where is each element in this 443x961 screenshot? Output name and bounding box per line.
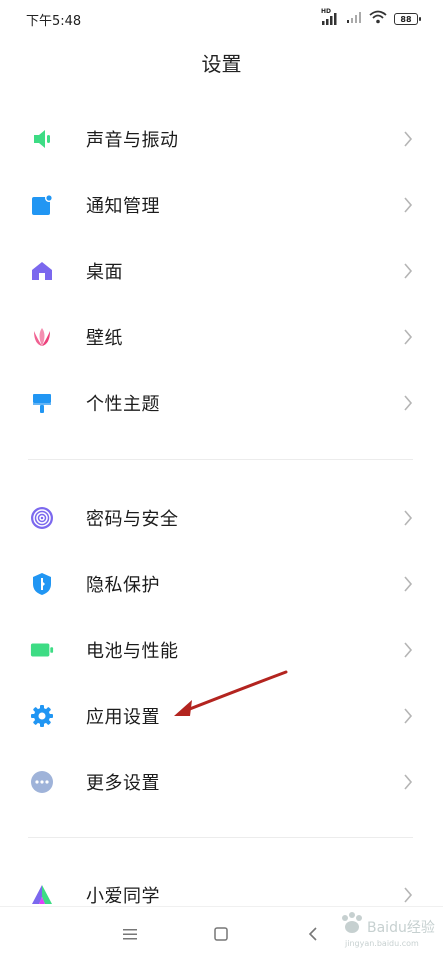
settings-item-label: 密码与安全 xyxy=(86,509,179,530)
status-time: 下午5:48 xyxy=(26,13,82,29)
chevron-right-icon xyxy=(401,129,415,149)
chevron-right-icon xyxy=(401,327,415,347)
settings-item-label: 小爱同学 xyxy=(86,886,160,907)
chevron-right-icon xyxy=(401,508,415,528)
back-chevron-icon xyxy=(308,927,317,941)
back-button[interactable] xyxy=(300,921,326,947)
settings-item-label: 桌面 xyxy=(86,262,123,283)
paw-logo-icon xyxy=(342,912,362,933)
settings-item-label: 通知管理 xyxy=(86,196,160,217)
settings-item-wallpaper[interactable]: 壁纸 xyxy=(0,304,443,370)
battery-icon xyxy=(30,638,54,662)
watermark: Baidu经验 jingyan.baidu.com xyxy=(325,905,435,955)
home-icon xyxy=(30,259,54,283)
page-title: 设置 xyxy=(201,52,242,76)
status-icons: HD 88 xyxy=(321,8,421,28)
gear-icon xyxy=(30,704,54,728)
brush-icon xyxy=(30,391,54,415)
chevron-right-icon xyxy=(401,640,415,660)
watermark-url: jingyan.baidu.com xyxy=(345,939,419,948)
section-divider xyxy=(28,459,413,460)
settings-item-label: 应用设置 xyxy=(86,707,160,728)
home-square-icon xyxy=(214,927,228,941)
xiaoai-icon xyxy=(30,883,54,907)
home-button[interactable] xyxy=(208,921,234,947)
settings-group-personalization: 声音与振动 通知管理 桌面 壁纸 个性主题 xyxy=(0,106,443,436)
chevron-right-icon xyxy=(401,261,415,281)
annotation-arrow xyxy=(174,670,288,716)
settings-item-label: 隐私保护 xyxy=(86,575,160,596)
settings-item-label: 电池与性能 xyxy=(86,641,179,662)
watermark-text: Baidu经验 xyxy=(367,920,435,936)
settings-item-themes[interactable]: 个性主题 xyxy=(0,370,443,436)
wifi-icon xyxy=(369,10,387,28)
chevron-right-icon xyxy=(401,574,415,594)
settings-item-desktop[interactable]: 桌面 xyxy=(0,238,443,304)
settings-item-label: 更多设置 xyxy=(86,773,160,794)
settings-item-label: 个性主题 xyxy=(86,394,160,415)
section-divider xyxy=(28,837,413,838)
fingerprint-icon xyxy=(30,506,54,530)
chevron-right-icon xyxy=(401,393,415,413)
chevron-right-icon xyxy=(401,195,415,215)
settings-group-system: 密码与安全 隐私保护 电池与性能 应用设置 更多设置 xyxy=(0,485,443,815)
signal-hd-icon: HD xyxy=(321,8,339,26)
speaker-icon xyxy=(30,127,54,151)
privacy-shield-icon xyxy=(30,572,54,596)
menu-icon xyxy=(123,929,137,940)
chevron-right-icon xyxy=(401,885,415,905)
settings-item-notifications[interactable]: 通知管理 xyxy=(0,172,443,238)
more-icon xyxy=(30,770,54,794)
settings-item-sound[interactable]: 声音与振动 xyxy=(0,106,443,172)
settings-item-more[interactable]: 更多设置 xyxy=(0,749,443,815)
settings-item-security[interactable]: 密码与安全 xyxy=(0,485,443,551)
settings-item-label: 壁纸 xyxy=(86,328,123,349)
settings-item-label: 声音与振动 xyxy=(86,130,179,151)
menu-button[interactable] xyxy=(117,921,143,947)
settings-item-privacy[interactable]: 隐私保护 xyxy=(0,551,443,617)
signal-hd-label: HD xyxy=(321,8,332,15)
chevron-right-icon xyxy=(401,772,415,792)
battery-indicator: 88 xyxy=(394,13,421,25)
signal-icon xyxy=(346,10,362,28)
chevron-right-icon xyxy=(401,706,415,726)
notification-icon xyxy=(30,193,54,217)
tulip-icon xyxy=(30,325,54,349)
status-bar: 下午5:48 HD 88 xyxy=(0,0,443,38)
